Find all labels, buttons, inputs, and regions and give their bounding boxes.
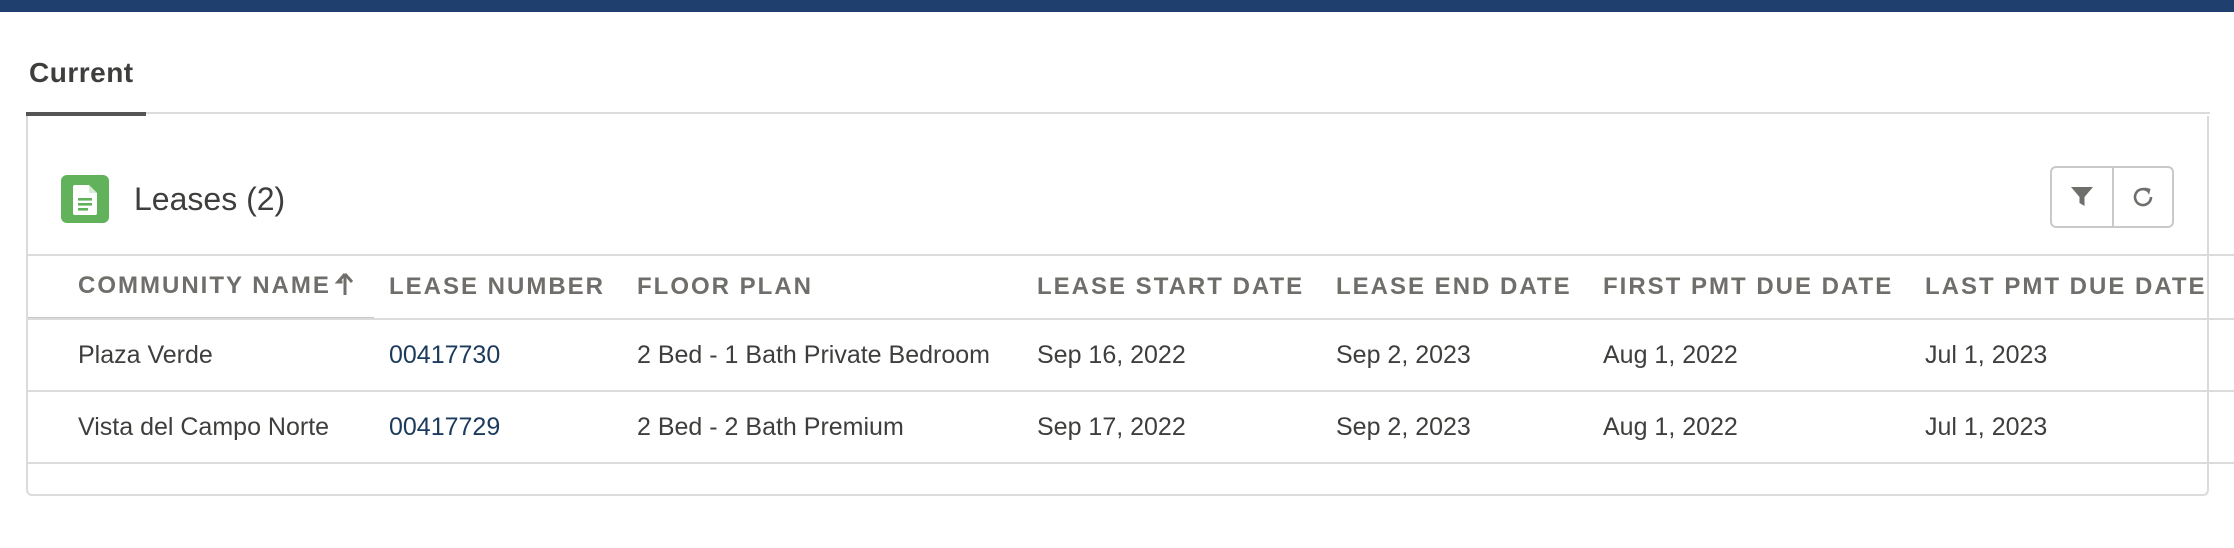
cell-floor-plan: 2 Bed - 2 Bath Premium (637, 391, 1037, 464)
filter-button[interactable] (2052, 168, 2112, 226)
column-header-lease-end-date[interactable]: LEASE END DATE (1336, 254, 1603, 320)
card-title: Leases (2) (134, 181, 286, 217)
cell-first-pmt-due-date: Aug 1, 2022 (1603, 391, 1925, 464)
table-header-row: COMMUNITY NAME LEASE NUMBER FLOOR PLAN L… (28, 254, 2234, 320)
filter-icon (2070, 187, 2093, 206)
sort-ascending-icon (334, 271, 355, 304)
cell-lease-number: 00417730 (389, 319, 637, 392)
table-row: Vista del Campo Norte 00417729 2 Bed - 2… (28, 391, 2234, 464)
leases-card: Leases (2) COMMUNITY NAME LEASE NUMBER F… (26, 116, 2234, 496)
cell-lease-end-date: Sep 2, 2023 (1336, 391, 1603, 464)
leases-table: COMMUNITY NAME LEASE NUMBER FLOOR PLAN L… (28, 254, 2234, 464)
column-header-community-name[interactable]: COMMUNITY NAME (28, 254, 389, 320)
top-header-bar (0, 0, 2234, 12)
cell-lease-end-date: Sep 2, 2023 (1336, 319, 1603, 392)
table-row: Plaza Verde 00417730 2 Bed - 1 Bath Priv… (28, 319, 2234, 392)
column-header-lease-start-date[interactable]: LEASE START DATE (1037, 254, 1336, 320)
cell-last-pmt-due-date: Jul 1, 2023 (1925, 391, 2234, 464)
card-header: Leases (2) (28, 116, 2207, 256)
cell-lease-start-date: Sep 16, 2022 (1037, 319, 1336, 392)
document-icon (61, 175, 109, 223)
cell-community-name: Plaza Verde (28, 319, 389, 392)
refresh-icon (2133, 187, 2153, 207)
cell-lease-start-date: Sep 17, 2022 (1037, 391, 1336, 464)
lease-number-link[interactable]: 00417730 (389, 341, 500, 369)
lease-number-link[interactable]: 00417729 (389, 413, 500, 441)
cell-last-pmt-due-date: Jul 1, 2023 (1925, 319, 2234, 392)
column-header-first-pmt-due-date[interactable]: FIRST PMT DUE DATE (1603, 254, 1925, 320)
tab-bar: Current (26, 12, 2210, 116)
sort-indicator-underline (28, 317, 374, 319)
column-header-last-pmt-due-date[interactable]: LAST PMT DUE DATE (1925, 254, 2234, 320)
column-header-lease-number[interactable]: LEASE NUMBER (389, 254, 637, 320)
cell-lease-number: 00417729 (389, 391, 637, 464)
column-label: COMMUNITY NAME (78, 271, 331, 299)
column-header-floor-plan[interactable]: FLOOR PLAN (637, 254, 1037, 320)
refresh-button[interactable] (2111, 168, 2172, 226)
tab-current[interactable]: Current (26, 12, 146, 116)
list-actions (2050, 166, 2174, 228)
cell-first-pmt-due-date: Aug 1, 2022 (1603, 319, 1925, 392)
cell-floor-plan: 2 Bed - 1 Bath Private Bedroom (637, 319, 1037, 392)
cell-community-name: Vista del Campo Norte (28, 391, 389, 464)
